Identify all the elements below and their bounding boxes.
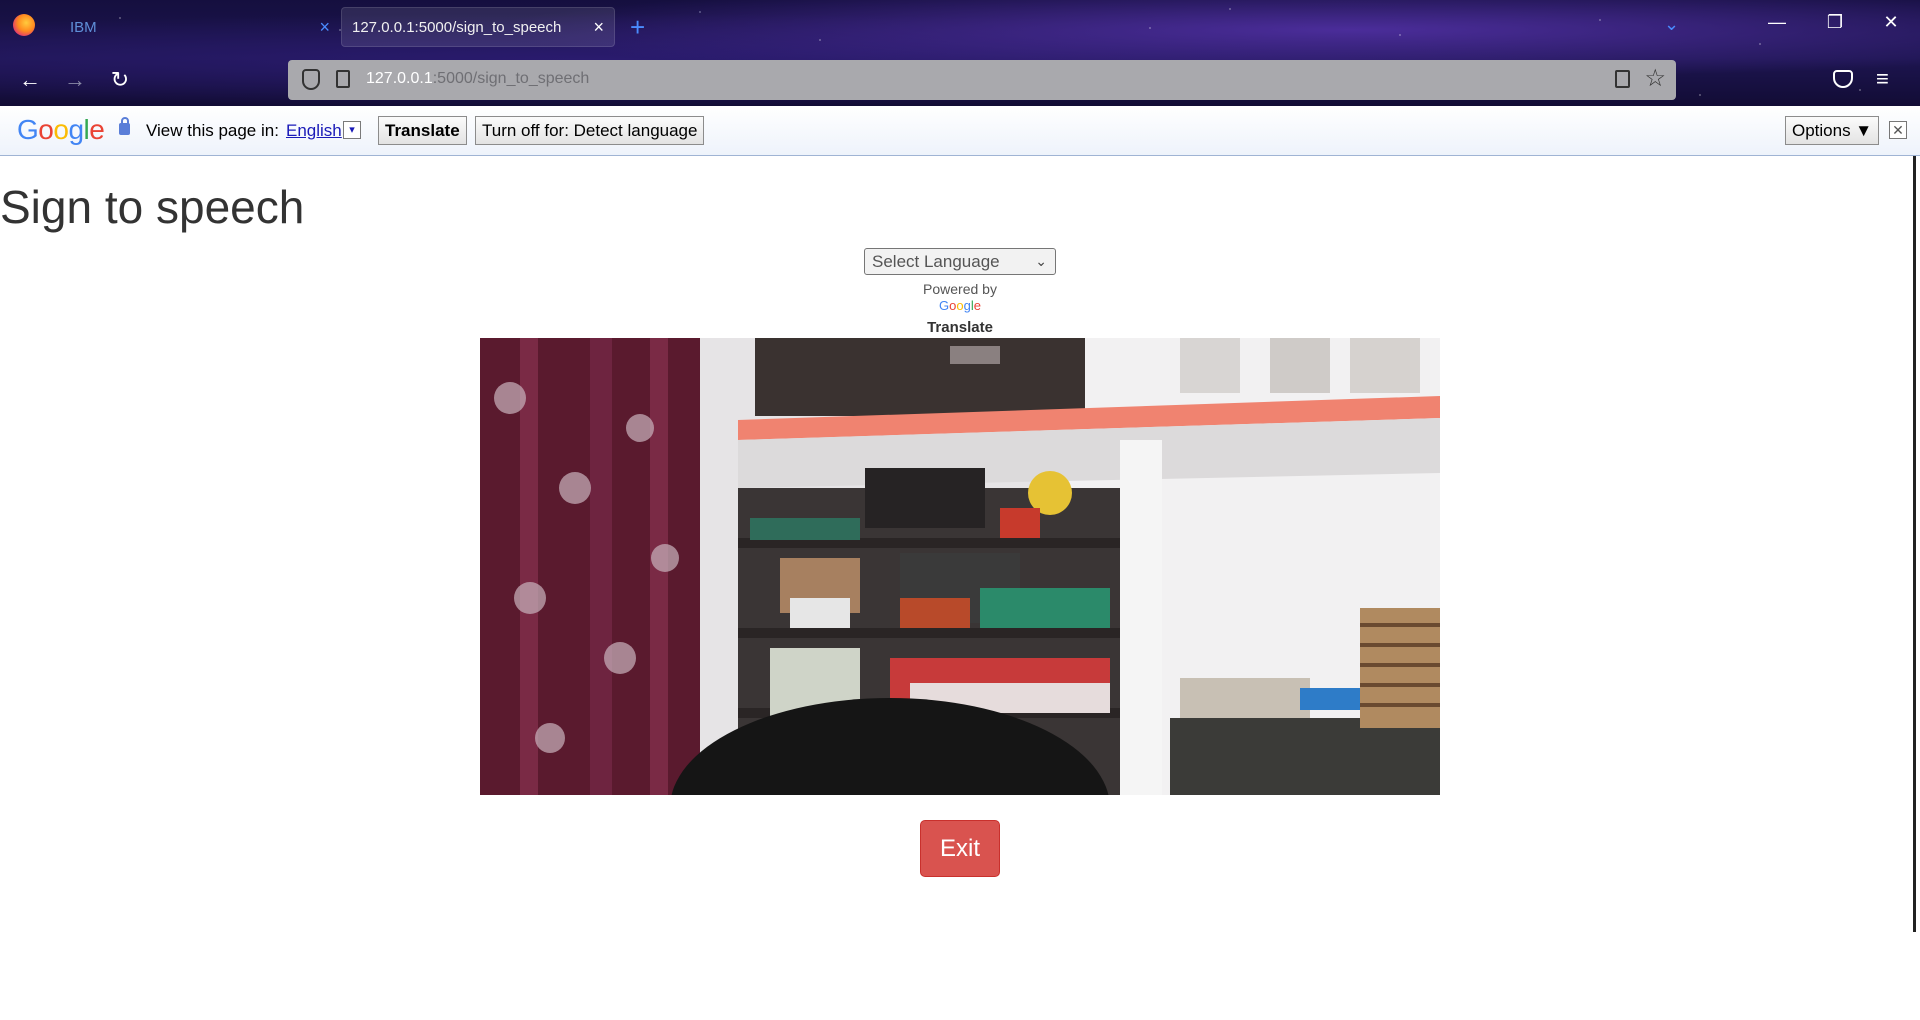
google-logo: Google — [17, 114, 105, 146]
webcam-video-feed — [480, 338, 1440, 795]
logo-letter: o — [956, 298, 964, 313]
url-host: 127.0.0.1 — [366, 70, 433, 87]
url-text[interactable]: 127.0.0.1:5000/sign_to_speech — [366, 70, 589, 88]
restore-window-icon[interactable]: ❐ — [1820, 12, 1850, 33]
translate-button[interactable]: Translate — [378, 116, 467, 145]
url-path: :5000/sign_to_speech — [432, 70, 590, 87]
browser-chrome: IBM × 127.0.0.1:5000/sign_to_speech × + … — [0, 0, 1920, 106]
language-dropdown-icon[interactable]: ▾ — [343, 121, 361, 139]
google-translate-bar: Google View this page in: English ▾ Tran… — [0, 106, 1920, 156]
close-tab-icon[interactable]: × — [593, 17, 604, 38]
powered-google-logo[interactable]: Google — [0, 298, 1920, 313]
back-icon[interactable]: ← — [15, 66, 45, 94]
minimize-window-icon[interactable]: — — [1762, 12, 1792, 33]
close-window-icon[interactable]: ✕ — [1876, 12, 1906, 33]
reload-icon[interactable]: ↻ — [105, 66, 135, 94]
exit-button[interactable]: Exit — [920, 820, 1000, 877]
language-link[interactable]: English — [286, 121, 342, 141]
chevron-down-icon: ⌄ — [1035, 253, 1047, 269]
tracking-shield-icon[interactable] — [302, 69, 320, 90]
options-button[interactable]: Options ▼ — [1785, 116, 1880, 145]
logo-letter: G — [939, 298, 950, 313]
pocket-icon[interactable] — [1833, 70, 1853, 88]
logo-letter: o — [38, 114, 54, 145]
logo-letter: e — [973, 298, 981, 313]
tab-label: IBM — [70, 18, 97, 36]
logo-letter: e — [89, 114, 105, 145]
page-scrollbar[interactable] — [1913, 156, 1916, 932]
page-info-icon[interactable] — [336, 70, 350, 88]
url-bar[interactable]: 127.0.0.1:5000/sign_to_speech ☆ — [288, 60, 1676, 100]
firefox-logo-icon — [13, 14, 35, 36]
lock-icon — [119, 117, 130, 135]
close-tab-icon[interactable]: × — [319, 17, 330, 38]
view-page-in-label: View this page in: — [146, 121, 279, 140]
page-title: Sign to speech — [0, 181, 305, 233]
webcam-frame-image — [480, 338, 1440, 795]
logo-letter: g — [68, 114, 84, 145]
tab-label: 127.0.0.1:5000/sign_to_speech — [352, 18, 562, 36]
logo-letter: G — [17, 114, 39, 145]
logo-letter: g — [963, 298, 971, 313]
tab-sign-to-speech[interactable]: 127.0.0.1:5000/sign_to_speech × — [341, 7, 615, 47]
forward-icon[interactable]: → — [60, 66, 90, 94]
hamburger-menu-icon[interactable]: ≡ — [1876, 66, 1889, 92]
powered-translate-label: Translate — [927, 319, 993, 336]
powered-by-label: Powered by — [923, 281, 997, 297]
logo-letter: o — [53, 114, 69, 145]
bookmark-star-icon[interactable]: ☆ — [1644, 64, 1666, 93]
reader-view-icon[interactable] — [1615, 70, 1630, 88]
new-tab-icon[interactable]: + — [630, 12, 645, 42]
language-select-value: Select Language — [872, 252, 1000, 271]
language-select[interactable]: Select Language ⌄ — [864, 248, 1056, 275]
tab-ibm[interactable]: IBM × — [48, 7, 338, 47]
close-translate-bar-icon[interactable]: ✕ — [1889, 121, 1907, 139]
list-all-tabs-icon[interactable]: ⌄ — [1664, 14, 1679, 35]
turn-off-button[interactable]: Turn off for: Detect language — [475, 116, 705, 145]
